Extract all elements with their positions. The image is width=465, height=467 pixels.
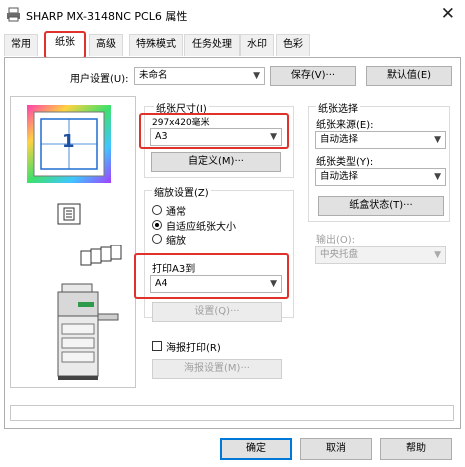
fit-settings-button[interactable]: 设置(Q)··· — [152, 302, 282, 322]
tab-advanced[interactable]: 高级 — [89, 34, 123, 56]
output-select[interactable]: 中央托盘 ▼ — [315, 246, 446, 264]
scaling-normal-label: 通常 — [166, 207, 186, 218]
poster-print-label: 海报打印(R) — [166, 343, 221, 354]
tab-watermark[interactable]: 水印 — [240, 34, 274, 56]
user-settings-value: 未命名 — [139, 70, 168, 81]
cancel-button[interactable]: 取消 — [300, 438, 372, 460]
chevron-down-icon: ▼ — [434, 250, 441, 260]
scaling-fit-label: 自适应纸张大小 — [166, 222, 236, 233]
output-value: 中央托盘 — [320, 249, 359, 260]
paper-type-select[interactable]: 自动选择 ▼ — [315, 168, 446, 186]
paper-source-select[interactable]: 自动选择 ▼ — [315, 131, 446, 149]
poster-settings-button[interactable]: 海报设置(M)··· — [152, 359, 282, 379]
copies-icon — [80, 245, 122, 266]
status-bar — [10, 405, 454, 421]
paper-selection-label: 纸张选择 — [316, 100, 360, 115]
document-icon — [57, 203, 81, 225]
scaling-label: 缩放设置(Z) — [152, 184, 211, 199]
poster-print-checkbox[interactable] — [152, 341, 162, 351]
save-button[interactable]: 保存(V)··· — [270, 66, 356, 86]
tab-color[interactable]: 色彩 — [276, 34, 310, 56]
paper-size-highlight — [139, 113, 289, 149]
preview-page-number: 1 — [62, 131, 75, 152]
scaling-zoom-radio[interactable] — [152, 234, 162, 244]
output-label: 输出(O): — [316, 235, 356, 246]
tab-common[interactable]: 常用 — [4, 34, 38, 56]
chevron-down-icon: ▼ — [434, 172, 441, 182]
scaling-normal-radio[interactable] — [152, 205, 162, 215]
title-bar: SHARP MX-3148NC PCL6 属性 ✕ — [0, 0, 465, 30]
chevron-down-icon: ▼ — [253, 71, 260, 81]
custom-paper-button[interactable]: 自定义(M)··· — [151, 152, 281, 172]
tray-status-button[interactable]: 纸盒状态(T)··· — [318, 196, 444, 216]
printer-icon — [7, 7, 20, 22]
help-button[interactable]: 帮助 — [380, 438, 452, 460]
tab-job-handling[interactable]: 任务处理 — [184, 34, 240, 56]
window-title: SHARP MX-3148NC PCL6 属性 — [26, 10, 188, 23]
paper-type-value: 自动选择 — [320, 171, 359, 182]
user-settings-select[interactable]: 未命名 ▼ — [134, 67, 265, 85]
tab-special-modes[interactable]: 特殊模式 — [129, 34, 183, 56]
scaling-fit-radio[interactable] — [152, 220, 162, 230]
fit-to-highlight — [134, 253, 289, 299]
user-settings-label: 用户设置(U): — [70, 74, 129, 85]
tab-highlight — [44, 31, 86, 59]
ok-button[interactable]: 确定 — [220, 438, 292, 460]
paper-source-value: 自动选择 — [320, 134, 359, 145]
printer-machine-icon — [57, 283, 119, 380]
scaling-zoom-label: 缩放 — [166, 236, 186, 247]
paper-type-label: 纸张类型(Y): — [316, 157, 374, 168]
paper-source-label: 纸张来源(E): — [316, 120, 374, 131]
chevron-down-icon: ▼ — [434, 135, 441, 145]
default-values-button[interactable]: 默认值(E) — [366, 66, 452, 86]
close-icon[interactable]: ✕ — [441, 4, 455, 24]
